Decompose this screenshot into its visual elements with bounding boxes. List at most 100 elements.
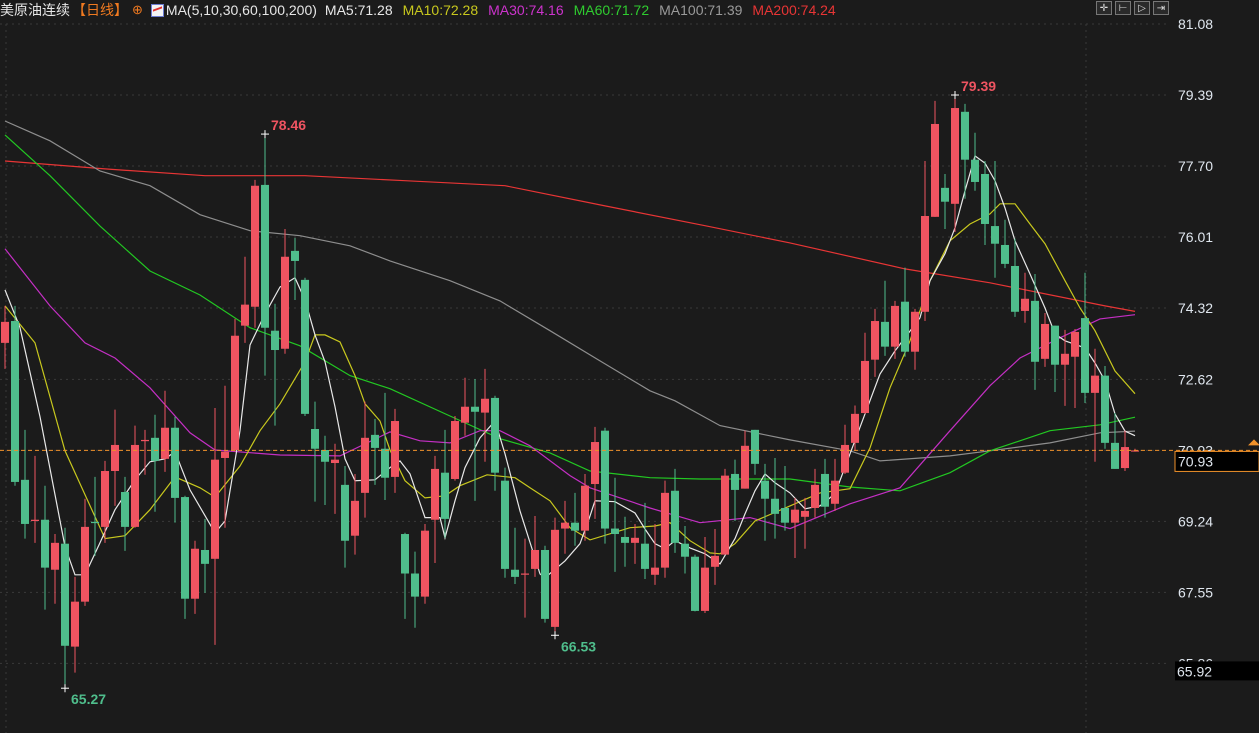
ma-value-ma200: MA200:74.24 — [752, 2, 836, 18]
candle — [631, 523, 639, 564]
candle — [371, 418, 379, 485]
candle — [1101, 365, 1109, 449]
chart-toolbar: ✛ ⊢ ▷ ⇥ — [1096, 1, 1169, 15]
candle-body — [1071, 331, 1079, 357]
ma-params[interactable]: MA(5,10,30,60,100,200) — [166, 2, 317, 18]
candle-body — [1001, 244, 1009, 264]
candle — [521, 538, 529, 618]
candle — [961, 103, 969, 199]
y-tick-label: 77.70 — [1178, 158, 1213, 174]
candle-body — [821, 473, 829, 507]
candle-body — [1, 321, 9, 343]
candle-body — [61, 543, 69, 646]
candle-body — [521, 573, 529, 575]
chart-line-icon[interactable] — [150, 3, 164, 17]
candle-body — [761, 480, 769, 499]
candle — [1021, 272, 1029, 323]
candle — [131, 425, 139, 528]
candle-body — [231, 335, 239, 450]
ma-value-ma100: MA100:71.39 — [659, 2, 743, 18]
candle — [531, 515, 539, 577]
jump-latest-icon[interactable]: ⇥ — [1153, 1, 1169, 15]
candle — [461, 377, 469, 436]
candle-body — [341, 484, 349, 541]
candle-body — [551, 529, 559, 627]
candle — [81, 498, 89, 606]
candle-body — [211, 459, 219, 559]
candle-body — [791, 509, 799, 523]
candle — [1001, 219, 1009, 269]
candle-body — [51, 542, 59, 570]
candle — [761, 463, 769, 541]
ma-value-ma60: MA60:71.72 — [573, 2, 650, 18]
y-tick-label: 67.55 — [1178, 584, 1213, 600]
extreme-price-label: 66.53 — [561, 638, 596, 654]
candle-body — [671, 490, 679, 543]
candle — [861, 332, 869, 414]
candle — [671, 468, 679, 553]
candle-body — [591, 442, 599, 485]
price-alert-icon — [1248, 439, 1259, 446]
candle-body — [121, 492, 129, 527]
candle — [111, 409, 119, 506]
candle-body — [631, 537, 639, 543]
candle-body — [711, 555, 719, 567]
y-tick-label: 74.32 — [1178, 300, 1213, 316]
candle — [31, 455, 39, 543]
candle — [191, 540, 199, 614]
candle — [281, 229, 289, 354]
candle-body — [811, 484, 819, 508]
crosshair-circle-icon[interactable]: ⊕ — [132, 2, 143, 18]
candle-body — [41, 519, 49, 568]
candle-body — [291, 250, 299, 261]
candle-body — [391, 421, 399, 477]
candle-body — [831, 480, 839, 504]
candle — [971, 132, 979, 191]
candle — [51, 534, 59, 604]
candle — [941, 173, 949, 230]
play-icon[interactable]: ▷ — [1134, 1, 1150, 15]
candle-body — [601, 430, 609, 529]
candle-body — [161, 427, 169, 459]
instrument-title: 美原油连续 — [0, 2, 70, 18]
candle-body — [511, 569, 519, 577]
candle-body — [421, 530, 429, 597]
candle-body — [71, 601, 79, 647]
zoom-range-icon[interactable]: ⊢ — [1115, 1, 1131, 15]
candle — [1, 305, 9, 369]
candle — [311, 401, 319, 502]
candle-body — [241, 304, 249, 326]
candle-body — [981, 173, 989, 224]
candle — [451, 415, 459, 481]
candle — [981, 160, 989, 245]
candle — [141, 429, 149, 475]
candle-body — [481, 398, 489, 413]
candle — [61, 527, 69, 689]
candle — [561, 500, 569, 554]
candle — [751, 429, 759, 475]
candle — [211, 407, 219, 645]
candle-body — [971, 159, 979, 182]
crosshair-icon[interactable]: ✛ — [1096, 1, 1112, 15]
ma-value-ma5: MA5:71.28 — [324, 2, 393, 18]
candle-body — [91, 521, 99, 524]
candle — [291, 237, 299, 301]
candle — [501, 467, 509, 578]
candle-body — [11, 321, 19, 482]
candle — [821, 458, 829, 518]
cursor-price-label: 65.92 — [1177, 663, 1212, 679]
candle-body — [401, 534, 409, 574]
candle — [591, 426, 599, 519]
ma-values: MA5:71.28 MA10:72.28 MA30:74.16 MA60:71.72 M… — [325, 2, 836, 18]
candle-body — [321, 450, 329, 462]
candle — [691, 554, 699, 612]
candle-body — [501, 480, 509, 569]
candle — [741, 430, 749, 489]
candle — [231, 318, 239, 452]
candle — [401, 532, 409, 619]
candle-body — [201, 549, 209, 564]
period-selector[interactable]: 【日线】 — [72, 0, 128, 20]
candlestick-chart[interactable]: 81.08 79.39 77.70 76.01 74.32 72.62 70.93 69.24… — [0, 0, 1259, 733]
candle-body — [871, 321, 879, 360]
candle-body — [541, 549, 549, 619]
